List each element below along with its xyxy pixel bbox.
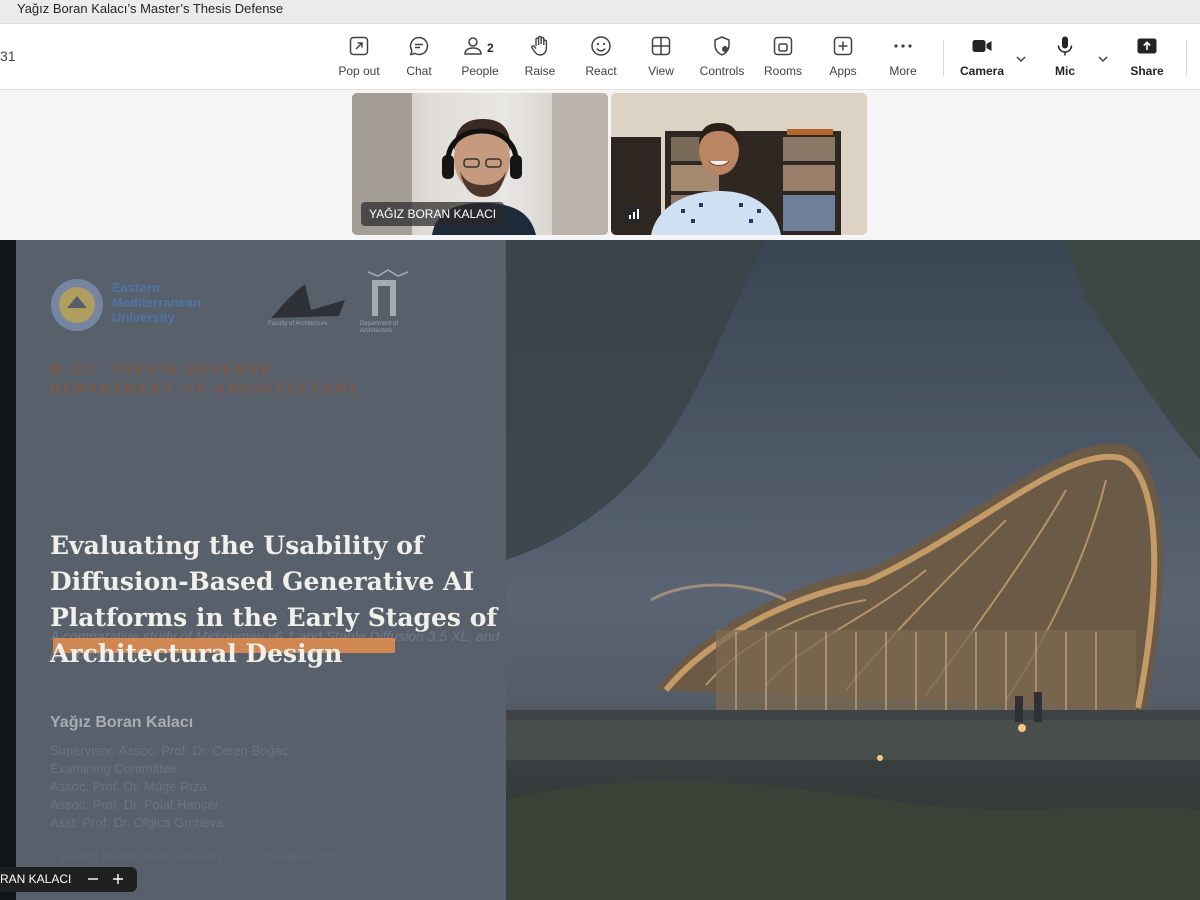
committee-line: Examining Committee: — [50, 761, 181, 776]
pop-out-icon — [349, 36, 369, 56]
meeting-toolbar: 31 Pop out Chat People 2 Raise React Vie… — [0, 24, 1200, 90]
presenter-name-chip: RAN KALACI — [0, 867, 137, 892]
slide-architecture-image — [506, 240, 1200, 900]
apps-icon — [833, 36, 853, 56]
zoom-in-plus-icon[interactable] — [111, 870, 125, 888]
connection-signal-indicator — [622, 204, 646, 224]
pavilion-rendering — [506, 240, 1200, 900]
mic-button[interactable]: Mic — [1050, 34, 1080, 84]
camera-label: Camera — [959, 64, 1005, 78]
presenter-name: RAN KALACI — [0, 872, 72, 886]
committee-line: Assoc. Prof. Dr. Müge Rıza — [50, 779, 207, 794]
mic-icon — [1057, 36, 1073, 56]
controls-icon — [714, 36, 730, 56]
slide-defense-heading: M.SC. THESIS DEFENSE — [50, 361, 274, 377]
react-icon — [591, 36, 611, 56]
committee-line: Assoc. Prof. Dr. Polat Hançer — [50, 797, 220, 812]
university-seal-logo — [51, 279, 103, 331]
toolbar-divider — [943, 40, 944, 76]
view-icon — [651, 36, 671, 56]
share-label: Share — [1130, 64, 1164, 78]
participant-video-tile[interactable] — [611, 93, 867, 235]
department-logo — [367, 269, 409, 316]
slide-title: Evaluating the Usability of Diffusion-Ba… — [50, 531, 498, 668]
view-button[interactable]: View — [646, 34, 676, 84]
chat-label: Chat — [406, 64, 432, 78]
faculty-logo — [271, 284, 345, 318]
mic-options-chevron-down-icon[interactable] — [1096, 52, 1110, 66]
meeting-timer: 31 — [0, 48, 16, 64]
react-label: React — [585, 64, 617, 78]
more-icon — [894, 44, 912, 48]
slide-footer-university: Eastern Mediterranean University — [60, 851, 224, 863]
people-label: People — [461, 64, 499, 78]
chat-icon — [409, 36, 429, 56]
more-button[interactable]: More — [886, 34, 920, 84]
signal-bars-icon — [629, 209, 639, 219]
raise-hand-icon — [531, 35, 548, 56]
participant-name-label: YAĞIZ BORAN KALACI — [361, 202, 505, 226]
people-button[interactable]: People — [458, 34, 502, 84]
chat-button[interactable]: Chat — [402, 34, 436, 84]
mic-label: Mic — [1054, 64, 1075, 78]
window-title: Yağız Boran Kalacı’s Master’s Thesis Def… — [17, 1, 284, 16]
apps-label: Apps — [829, 64, 857, 78]
people-icon — [464, 37, 482, 55]
camera-button[interactable]: Camera — [958, 34, 1006, 84]
view-label: View — [648, 64, 674, 78]
committee-line: Supervisor: Assoc. Prof. Dr. Ceren Boğaç — [50, 743, 289, 758]
slide-left-border — [0, 240, 16, 900]
people-count-badge: 2 — [487, 41, 494, 55]
faculty-logo-text: Faculty of Architecture — [268, 321, 328, 327]
shared-screen[interactable]: Eastern Mediterranean University Faculty… — [0, 240, 1200, 900]
camera-icon — [972, 40, 992, 52]
slide-committee-list: Supervisor: Assoc. Prof. Dr. Ceren Boğaç… — [50, 742, 288, 832]
department-logo-text: Department of Architecture — [360, 321, 399, 334]
participant-video-tile[interactable]: YAĞIZ BORAN KALACI — [352, 93, 608, 235]
toolbar-right-divider — [1186, 40, 1187, 76]
controls-button[interactable]: Controls — [697, 34, 747, 84]
react-button[interactable]: React — [583, 34, 619, 84]
raise-label: Raise — [524, 64, 556, 78]
controls-label: Controls — [699, 64, 745, 78]
rooms-label: Rooms — [763, 64, 802, 78]
participant-strip: YAĞIZ BORAN KALACI — [0, 90, 1200, 238]
slide-author: Yağız Boran Kalacı — [50, 714, 194, 731]
share-icon — [1137, 38, 1157, 54]
rooms-icon — [773, 36, 793, 56]
participant-video — [611, 93, 867, 235]
window-titlebar: Yağız Boran Kalacı’s Master’s Thesis Def… — [0, 0, 1200, 24]
pop-out-label: Pop out — [338, 64, 380, 78]
more-label: More — [889, 64, 917, 78]
committee-line: Asst. Prof. Dr. Olgica Grcheva — [50, 815, 224, 830]
slide-department-heading: DEPARTMENT OF ARCHITECTURE — [50, 380, 362, 396]
share-button[interactable]: Share — [1128, 34, 1166, 84]
apps-button[interactable]: Apps — [827, 34, 859, 84]
slide-footer-date: 26 August 2026 — [262, 851, 339, 863]
rooms-button[interactable]: Rooms — [762, 34, 804, 84]
camera-options-chevron-down-icon[interactable] — [1014, 52, 1028, 66]
university-logo-text: Eastern Mediterranean University — [112, 280, 201, 325]
zoom-out-minus-icon[interactable] — [86, 870, 100, 888]
pop-out-button[interactable]: Pop out — [336, 34, 382, 84]
raise-hand-button[interactable]: Raise — [523, 34, 557, 84]
